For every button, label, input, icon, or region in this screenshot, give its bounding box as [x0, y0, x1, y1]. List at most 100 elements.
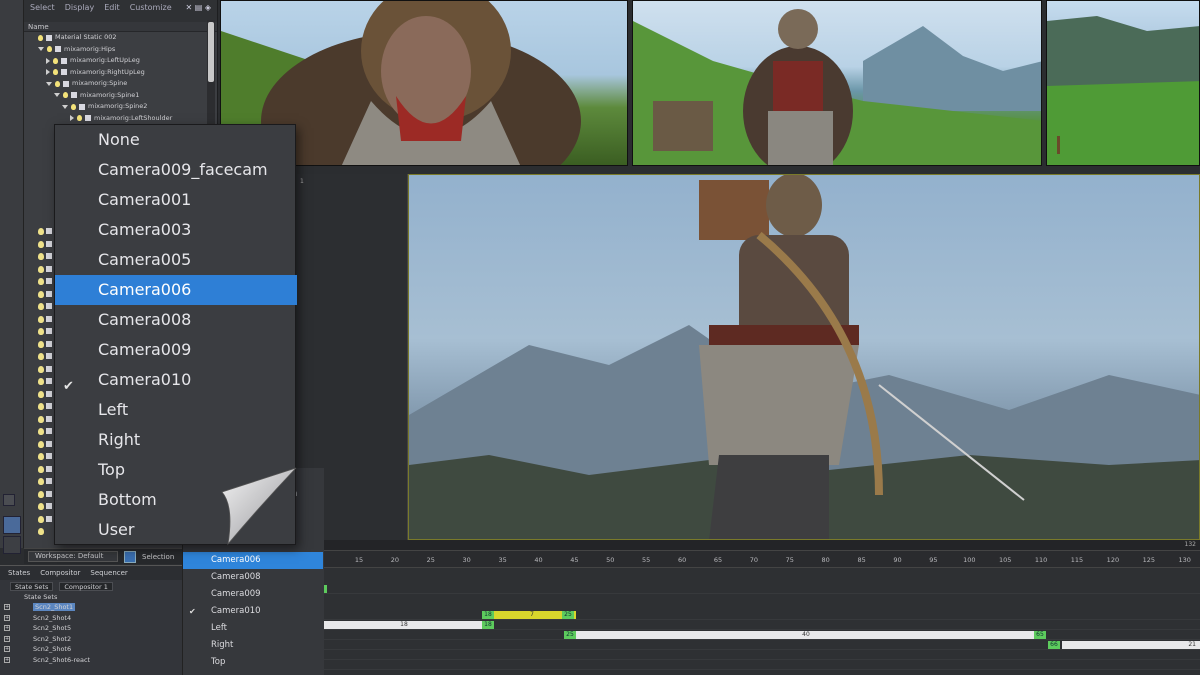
expand-plus-icon[interactable]: + [4, 656, 10, 663]
column-header-name[interactable]: Name [24, 22, 217, 32]
tab-compositor[interactable]: Compositor [40, 569, 80, 577]
light-bulb-icon[interactable] [53, 57, 58, 64]
menu-item-camera003[interactable]: Camera003 [55, 215, 297, 245]
explorer-tab-display[interactable]: Display [65, 3, 95, 19]
menu-item-camera008[interactable]: Camera008 [55, 305, 297, 335]
light-bulb-icon[interactable] [38, 34, 43, 41]
ruler-tick-label: 30 [462, 556, 471, 564]
ruler-tick-label: 130 [1178, 556, 1191, 564]
ruler-tick-label: 25 [426, 556, 435, 564]
expand-triangle-icon[interactable] [46, 81, 52, 86]
light-bulb-icon[interactable] [53, 69, 58, 76]
key-marker-start[interactable]: 18 [482, 611, 494, 619]
light-bulb-icon[interactable] [55, 80, 60, 87]
menu-small-item[interactable]: ✔ Camera010 [183, 603, 323, 620]
ruler-tick-label: 120 [1106, 556, 1120, 564]
menu-item-camera009[interactable]: Camera009 [55, 335, 297, 365]
ruler-tick-label: 40 [534, 556, 543, 564]
menu-item-camera009-facecam[interactable]: Camera009_facecam [55, 155, 297, 185]
explorer-mode-icon[interactable] [3, 516, 21, 534]
tab-states[interactable]: States [8, 569, 30, 577]
bone-icon [63, 80, 69, 87]
menu-item-left[interactable]: Left [55, 395, 297, 425]
tab-sequencer[interactable]: Sequencer [90, 569, 127, 577]
menu-item-camera010[interactable]: ✔ Camera010 [55, 365, 297, 395]
shot-range-bar[interactable]: 40 [568, 631, 1044, 639]
tree-row[interactable]: mixamorig:Spine2 [36, 101, 217, 113]
light-bulb-icon[interactable] [77, 115, 82, 122]
expand-plus-icon[interactable]: + [4, 614, 10, 621]
tree-row[interactable]: mixamorig:Spine1 [36, 90, 217, 102]
ruler-tick-label: 105 [998, 556, 1012, 564]
expand-plus-icon[interactable]: + [4, 635, 10, 642]
explorer-tab-edit[interactable]: Edit [104, 3, 120, 19]
ruler-tick-label: 80 [821, 556, 830, 564]
tree-row[interactable]: mixamorig:Spine [36, 78, 217, 90]
explorer-menu-bar: Select Display Edit Customize ✕ ▤ ◈ [24, 0, 217, 22]
scrollbar-thumb[interactable] [208, 22, 214, 82]
expand-plus-icon[interactable]: + [4, 646, 10, 653]
viewport-medium-render [633, 9, 1041, 165]
expand-plus-icon[interactable]: + [4, 604, 10, 611]
collapse-triangle-icon[interactable] [70, 115, 74, 122]
selection-label[interactable]: Selection [142, 553, 174, 561]
viewport-medium-shot[interactable] [632, 0, 1042, 166]
timeline-range-scroll[interactable]: 132 [324, 540, 1200, 550]
ruler-tick-label: 65 [713, 556, 723, 564]
key-marker-end[interactable]: 25 [562, 611, 574, 619]
key-marker-start[interactable]: 25 [564, 631, 576, 639]
menu-item-right[interactable]: Right [55, 425, 297, 455]
menu-small-item[interactable]: Left [183, 620, 323, 637]
menu-small-item[interactable]: Camera008 [183, 569, 323, 586]
menu-item-none[interactable]: None [55, 125, 297, 155]
viewport-wide-shot[interactable] [1046, 0, 1200, 166]
key-marker-end[interactable]: 65 [1034, 631, 1046, 639]
shot-range-bar[interactable]: 21 [1062, 641, 1200, 649]
trackview-timeline[interactable]: 132 15 20 25 30 35 40 45 50 55 60 65 70 75 80 85 90 95 10… [321, 540, 1200, 675]
light-bulb-icon[interactable] [47, 46, 52, 53]
ruler-tick-label: 75 [785, 556, 794, 564]
expand-triangle-icon[interactable] [62, 104, 68, 109]
menu-item-camera001[interactable]: Camera001 [55, 185, 297, 215]
expand-triangle-icon[interactable] [38, 47, 44, 52]
light-bulb-icon[interactable] [71, 103, 76, 110]
track-row: 18 18 [324, 620, 1200, 630]
menu-small-item[interactable]: Right [183, 637, 323, 654]
key-marker-end[interactable]: 18 [482, 621, 494, 629]
explorer-tab-select[interactable]: Select [30, 3, 55, 19]
frame-ruler[interactable]: 15 20 25 30 35 40 45 50 55 60 65 70 75 80 85 90 95 100 105… [324, 550, 1200, 568]
menu-small-item[interactable]: Top [183, 654, 323, 671]
ruler-tick-label: 125 [1142, 556, 1156, 564]
ruler-tick-label: 70 [749, 556, 759, 564]
tree-row[interactable]: mixamorig:LeftShoulder [36, 113, 217, 125]
menu-item-camera005[interactable]: Camera005 [55, 245, 297, 275]
explorer-tab-customize[interactable]: Customize [130, 3, 172, 19]
viewport-wide-render [1047, 16, 1199, 165]
collapse-triangle-icon[interactable] [46, 57, 50, 64]
selection-set-icon[interactable] [124, 550, 136, 563]
tree-row[interactable]: mixamorig:RightUpLeg [36, 67, 217, 79]
subtab-state-sets[interactable]: State Sets [10, 582, 54, 591]
menu-item-camera006[interactable]: Camera006 [55, 275, 297, 305]
expand-plus-icon[interactable]: + [4, 625, 10, 632]
page-curl-graphic [221, 467, 297, 546]
expand-arrow-button[interactable] [3, 494, 15, 506]
bone-icon [61, 57, 67, 64]
tree-row[interactable]: Material Static 002 [36, 32, 217, 44]
menu-small-item-selected[interactable]: Camera006 [183, 552, 323, 569]
expand-triangle-icon[interactable] [54, 93, 60, 98]
key-marker-start[interactable]: 66 [1048, 641, 1060, 649]
menu-small-item[interactable]: Camera009 [183, 586, 323, 603]
light-bulb-icon[interactable] [63, 92, 68, 99]
subtab-compositor-1[interactable]: Compositor 1 [59, 582, 113, 591]
shot-range-bar[interactable]: 18 [324, 621, 484, 629]
bone-icon [61, 69, 67, 76]
tree-row[interactable]: mixamorig:LeftUpLeg [36, 55, 217, 67]
layer-mode-icon[interactable] [3, 536, 21, 554]
workspace-dropdown[interactable]: Workspace: Default [28, 551, 118, 562]
collapse-triangle-icon[interactable] [46, 69, 50, 76]
viewport-main-camera[interactable] [408, 174, 1200, 540]
explorer-toolbar-icons[interactable]: ✕ ▤ ◈ [186, 3, 212, 19]
tree-row[interactable]: mixamorig:Hips [36, 44, 217, 56]
ruler-tick-label: 90 [893, 556, 902, 564]
